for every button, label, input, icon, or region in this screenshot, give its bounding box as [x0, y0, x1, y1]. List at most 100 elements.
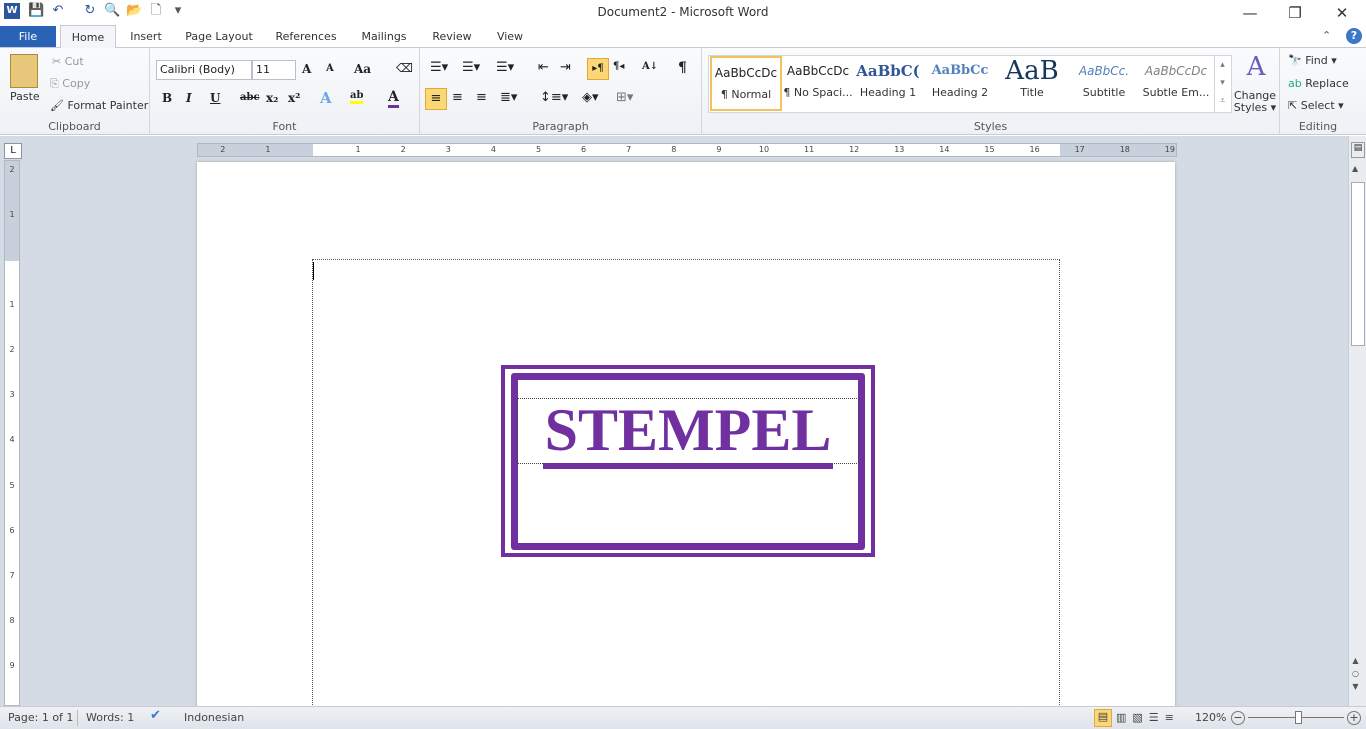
style-no-spacing[interactable]: AaBbCcDc ¶ No Spaci...	[782, 56, 854, 111]
style-name: ¶ No Spaci...	[783, 86, 853, 99]
line-spacing-icon[interactable]: ↕≡▾	[540, 90, 568, 105]
format-painter-button[interactable]: 🖌 Format Painter	[50, 99, 148, 112]
ruler-label: 1	[9, 209, 15, 219]
find-label: Find ▾	[1305, 54, 1337, 67]
style-heading-2[interactable]: AaBbCc Heading 2	[924, 56, 996, 111]
print-layout-view-button[interactable]: ▤	[1094, 709, 1112, 727]
ruler-label: 4	[9, 435, 15, 445]
font-color-button[interactable]: A	[388, 89, 399, 108]
shading-icon[interactable]: ◈▾	[582, 90, 599, 105]
tab-home[interactable]: Home	[60, 25, 116, 49]
style-subtitle[interactable]: AaBbCc. Subtitle	[1068, 56, 1140, 111]
proofing-icon[interactable]: ✔	[150, 708, 161, 723]
zoom-in-button[interactable]: +	[1347, 711, 1361, 725]
multilevel-list-icon[interactable]: ☰▾	[496, 60, 514, 75]
bold-button[interactable]: B	[162, 91, 172, 105]
cut-button[interactable]: ✂ Cut	[52, 55, 84, 68]
minimize-ribbon-icon[interactable]: ⌃	[1322, 29, 1331, 42]
ruler-label: 2	[400, 145, 406, 154]
change-styles-icon: A	[1246, 52, 1266, 82]
tab-insert[interactable]: Insert	[122, 25, 170, 48]
tab-selector-button[interactable]: L	[4, 143, 22, 159]
font-name-select[interactable]: Calibri (Body)	[156, 60, 252, 80]
style-normal[interactable]: AaBbCcDc ¶ Normal	[710, 56, 782, 111]
subscript-button[interactable]: x₂	[266, 91, 278, 105]
document-page[interactable]: STEMPEL	[197, 162, 1175, 729]
tab-page-layout[interactable]: Page Layout	[180, 25, 258, 48]
ruler-label: 15	[984, 145, 995, 154]
numbering-icon[interactable]: ☰▾	[462, 60, 480, 75]
close-button[interactable]: ✕	[1322, 2, 1362, 24]
scroll-up-icon[interactable]: ▲	[1352, 164, 1358, 173]
ltr-button[interactable]: ▸¶	[587, 58, 609, 80]
replace-button[interactable]: ab Replace	[1288, 77, 1349, 90]
word-count[interactable]: Words: 1	[86, 711, 134, 724]
align-center-button[interactable]: ≡	[452, 90, 463, 105]
view-buttons[interactable]: ▥▧☰≡	[1116, 711, 1180, 724]
borders-icon[interactable]: ⊞▾	[616, 90, 633, 105]
change-case-button[interactable]: Aa	[354, 62, 371, 76]
vertical-scrollbar[interactable]: ▤ ▲ ▲ ○ ▼	[1348, 136, 1366, 706]
align-left-button[interactable]: ≡	[425, 88, 447, 110]
window-title: Document2 - Microsoft Word	[597, 5, 769, 19]
underline-button[interactable]: U	[210, 91, 220, 105]
tab-view[interactable]: View	[488, 25, 532, 48]
text-effects-button[interactable]: A	[320, 89, 332, 107]
ruler-label: 3	[9, 390, 15, 400]
browse-controls[interactable]: ▲ ○ ▼	[1352, 654, 1359, 693]
find-button[interactable]: 🔭 Find ▾	[1288, 54, 1337, 67]
zoom-level[interactable]: 120%	[1195, 711, 1226, 724]
highlight-button[interactable]: ab	[350, 90, 364, 104]
stamp-label: STEMPEL	[542, 397, 834, 469]
paragraph-group: ☰▾ ☰▾ ☰▾ ⇤ ⇥ ▸¶ ¶◂ A↓ ¶ ≡ ≡ ≡ ≣▾ ↕≡▾ ◈▾ …	[420, 48, 702, 135]
change-styles-button[interactable]: Change Styles ▾	[1232, 90, 1278, 114]
help-icon[interactable]: ?	[1346, 28, 1362, 44]
increase-indent-icon[interactable]: ⇥	[560, 60, 571, 75]
align-right-button[interactable]: ≡	[476, 90, 487, 105]
superscript-button[interactable]: x²	[288, 91, 300, 105]
ruler-label: 19	[1164, 145, 1175, 154]
bullets-icon[interactable]: ☰▾	[430, 60, 448, 75]
strikethrough-button[interactable]: abc	[240, 92, 260, 103]
tab-references[interactable]: References	[268, 25, 344, 48]
vertical-ruler[interactable]: 2 1 1 2 3 4 5 6 7 8 9	[4, 160, 20, 706]
decrease-indent-icon[interactable]: ⇤	[538, 60, 549, 75]
scroll-thumb[interactable]	[1351, 182, 1365, 346]
show-formatting-button[interactable]: ¶	[678, 60, 687, 76]
ruler-label: 8	[9, 615, 15, 625]
copy-label: Copy	[62, 77, 91, 90]
clear-formatting-icon[interactable]: ⌫	[396, 61, 413, 75]
ruler-label: 6	[9, 525, 15, 535]
sort-button[interactable]: A↓	[642, 61, 658, 72]
style-title[interactable]: AaB Title	[996, 56, 1068, 111]
language[interactable]: Indonesian	[184, 711, 244, 724]
grow-font-button[interactable]: A	[302, 62, 311, 76]
zoom-out-button[interactable]: −	[1231, 711, 1245, 725]
minimize-button[interactable]: —	[1230, 2, 1270, 24]
shrink-font-button[interactable]: A	[326, 63, 334, 74]
style-preview: AaBbCcDc	[714, 66, 778, 80]
justify-button[interactable]: ≣▾	[500, 90, 517, 105]
tab-review[interactable]: Review	[424, 25, 480, 48]
rtl-button[interactable]: ¶◂	[613, 61, 624, 72]
style-heading-1[interactable]: AaBbC(Heading 1	[852, 56, 924, 111]
ruler-label: 18	[1119, 145, 1130, 154]
ruler-toggle-icon[interactable]: ▤	[1351, 142, 1365, 158]
font-size-select[interactable]: 11	[252, 60, 296, 80]
ruler-label: 3	[445, 145, 451, 154]
select-button[interactable]: ⇱ Select ▾	[1288, 99, 1344, 112]
styles-scroll[interactable]: ▴ ▾ ⩡	[1214, 56, 1230, 112]
tab-mailings[interactable]: Mailings	[352, 25, 416, 48]
tab-file[interactable]: File	[0, 26, 56, 47]
horizontal-ruler[interactable]: 2 1 1 2 3 4 5 6 7 8 9 10 11 12 13 14 15 16 17 18 19	[197, 143, 1177, 157]
paste-button[interactable]: Paste	[10, 90, 40, 103]
italic-button[interactable]: I	[186, 91, 192, 105]
zoom-slider-thumb[interactable]	[1295, 711, 1303, 724]
stamp-text[interactable]: STEMPEL	[517, 396, 859, 469]
ruler-label: 2	[9, 345, 15, 355]
style-subtle-emphasis[interactable]: AaBbCcDc Subtle Em...	[1140, 56, 1212, 111]
page-count[interactable]: Page: 1 of 1	[8, 711, 73, 724]
restore-button[interactable]: ❐	[1275, 2, 1315, 24]
ruler-label: 2	[220, 145, 226, 154]
copy-button[interactable]: ⎘ Copy	[50, 77, 90, 91]
